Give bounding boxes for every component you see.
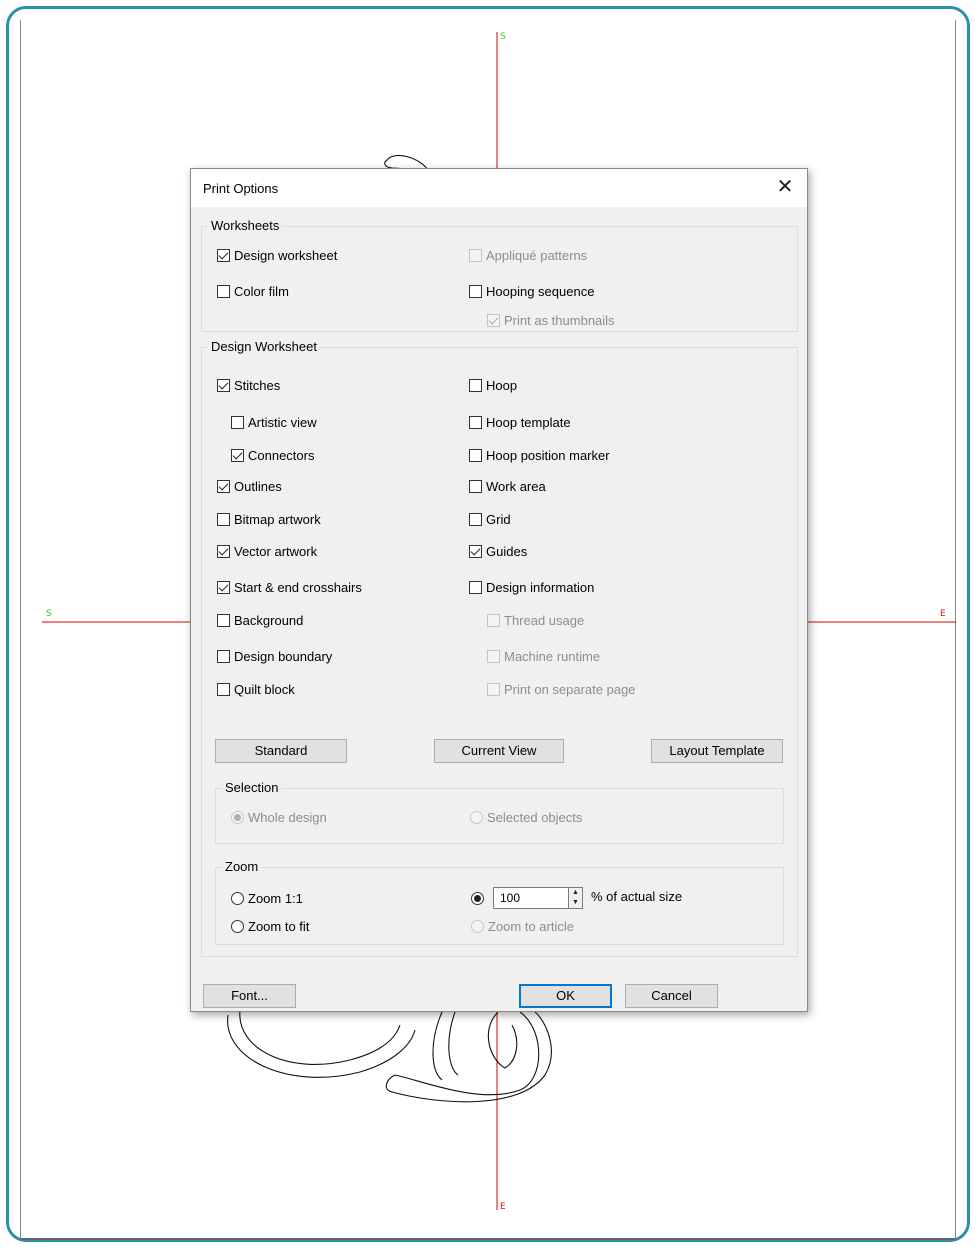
zoom-to-fit-radio[interactable]: Zoom to fit <box>231 916 309 936</box>
zoom-1-1-label: Zoom 1:1 <box>248 890 303 906</box>
print-as-thumbnails-label: Print as thumbnails <box>504 312 615 328</box>
design-worksheet-group-title: Design Worksheet <box>208 339 320 355</box>
vector-artwork-label: Vector artwork <box>234 543 318 559</box>
vector-artwork-checkbox[interactable]: Vector artwork <box>217 541 317 561</box>
quilt-block-label: Quilt block <box>234 681 295 697</box>
stepper-arrows[interactable]: ▲ ▼ <box>568 887 583 909</box>
selected-objects-radio[interactable]: Selected objects <box>470 807 582 827</box>
end-marker-bottom: E <box>500 1202 506 1212</box>
zoom-group-title: Zoom <box>222 859 262 875</box>
design-information-checkbox[interactable]: Design information <box>469 577 594 597</box>
grid-label: Grid <box>486 511 511 527</box>
hoop-template-label: Hoop template <box>486 414 571 430</box>
hoop-checkbox[interactable]: Hoop <box>469 375 517 395</box>
print-as-thumbnails-checkbox[interactable]: Print as thumbnails <box>487 310 615 330</box>
end-marker-right: E <box>940 609 946 619</box>
outlines-checkbox[interactable]: Outlines <box>217 476 282 496</box>
print-options-dialog: Print Options ✕ Worksheets Design worksh… <box>190 168 808 1012</box>
percent-zoom-radio[interactable] <box>471 888 488 908</box>
design-information-label: Design information <box>486 579 595 595</box>
zoom-to-fit-label: Zoom to fit <box>248 918 310 934</box>
color-film-checkbox[interactable]: Color film <box>217 281 289 301</box>
applique-patterns-checkbox[interactable]: Appliqué patterns <box>469 245 587 265</box>
stepper-down-icon[interactable]: ▼ <box>569 898 582 908</box>
design-worksheet-label: Design worksheet <box>234 247 338 263</box>
start-marker-top: S <box>500 32 506 42</box>
work-area-checkbox[interactable]: Work area <box>469 476 546 496</box>
hooping-sequence-label: Hooping sequence <box>486 283 595 299</box>
background-checkbox[interactable]: Background <box>217 610 303 630</box>
start-marker-left: S <box>46 609 52 619</box>
design-boundary-label: Design boundary <box>234 648 333 664</box>
current-view-button[interactable]: Current View <box>434 739 564 763</box>
bitmap-artwork-label: Bitmap artwork <box>234 511 321 527</box>
stepper-up-icon[interactable]: ▲ <box>569 888 582 898</box>
stitches-label: Stitches <box>234 377 281 393</box>
selected-objects-label: Selected objects <box>487 809 583 825</box>
dialog-titlebar: Print Options ✕ <box>191 169 807 207</box>
thread-usage-checkbox[interactable]: Thread usage <box>487 610 584 630</box>
hooping-sequence-checkbox[interactable]: Hooping sequence <box>469 281 594 301</box>
thread-usage-label: Thread usage <box>504 612 585 628</box>
dialog-title: Print Options <box>203 181 279 196</box>
grid-checkbox[interactable]: Grid <box>469 509 511 529</box>
zoom-percent-input[interactable]: 100 <box>493 887 569 909</box>
percent-of-actual-size-label: % of actual size <box>591 889 683 904</box>
font-button[interactable]: Font... <box>203 984 296 1008</box>
start-end-crosshairs-checkbox[interactable]: Start & end crosshairs <box>217 577 362 597</box>
whole-design-label: Whole design <box>248 809 327 825</box>
print-on-separate-page-label: Print on separate page <box>504 681 636 697</box>
machine-runtime-checkbox[interactable]: Machine runtime <box>487 646 600 666</box>
zoom-to-article-radio[interactable]: Zoom to article <box>471 916 574 936</box>
zoom-to-article-label: Zoom to article <box>488 918 574 934</box>
print-on-separate-page-checkbox[interactable]: Print on separate page <box>487 679 636 699</box>
hoop-label: Hoop <box>486 377 518 393</box>
artistic-view-label: Artistic view <box>248 414 317 430</box>
zoom-percent-stepper[interactable]: 100 ▲ ▼ <box>493 887 583 909</box>
hoop-template-checkbox[interactable]: Hoop template <box>469 412 571 432</box>
cancel-button[interactable]: Cancel <box>625 984 718 1008</box>
guides-label: Guides <box>486 543 528 559</box>
bitmap-artwork-checkbox[interactable]: Bitmap artwork <box>217 509 321 529</box>
artistic-view-checkbox[interactable]: Artistic view <box>231 412 317 432</box>
layout-template-button[interactable]: Layout Template <box>651 739 783 763</box>
close-icon[interactable]: ✕ <box>771 173 799 201</box>
hoop-position-marker-checkbox[interactable]: Hoop position marker <box>469 445 610 465</box>
machine-runtime-label: Machine runtime <box>504 648 601 664</box>
connectors-label: Connectors <box>248 447 315 463</box>
quilt-block-checkbox[interactable]: Quilt block <box>217 679 295 699</box>
outlines-label: Outlines <box>234 478 282 494</box>
work-area-label: Work area <box>486 478 546 494</box>
connectors-checkbox[interactable]: Connectors <box>231 445 314 465</box>
applique-patterns-label: Appliqué patterns <box>486 247 588 263</box>
guides-checkbox[interactable]: Guides <box>469 541 527 561</box>
selection-group-title: Selection <box>222 780 282 796</box>
ok-button[interactable]: OK <box>519 984 612 1008</box>
worksheets-group-title: Worksheets <box>208 218 283 234</box>
start-end-crosshairs-label: Start & end crosshairs <box>234 579 362 595</box>
design-worksheet-checkbox[interactable]: Design worksheet <box>217 245 337 265</box>
background-label: Background <box>234 612 304 628</box>
stitches-checkbox[interactable]: Stitches <box>217 375 280 395</box>
zoom-1-1-radio[interactable]: Zoom 1:1 <box>231 888 303 908</box>
color-film-label: Color film <box>234 283 289 299</box>
standard-button[interactable]: Standard <box>215 739 347 763</box>
hoop-position-marker-label: Hoop position marker <box>486 447 610 463</box>
whole-design-radio[interactable]: Whole design <box>231 807 327 827</box>
design-boundary-checkbox[interactable]: Design boundary <box>217 646 332 666</box>
